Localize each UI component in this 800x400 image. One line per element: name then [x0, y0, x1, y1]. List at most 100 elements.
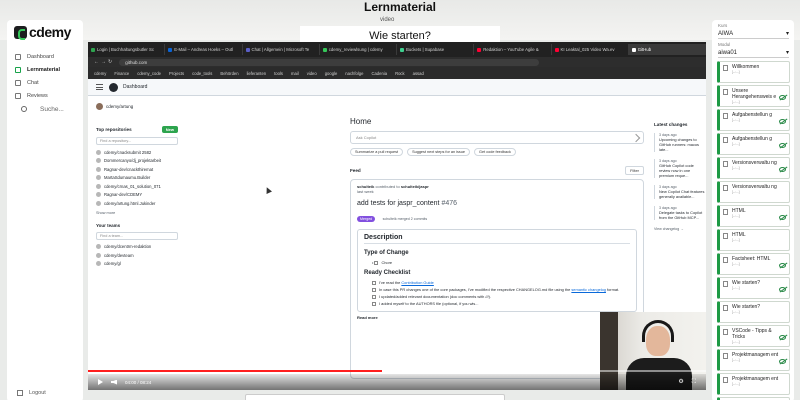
eye-off-icon[interactable]: [779, 119, 786, 124]
browser-tab: Redaktion – YouTube Agile &: [474, 44, 552, 55]
video-file-icon: [723, 281, 728, 287]
nav-item-dashboard[interactable]: Dashboard: [15, 50, 81, 63]
cdemy-logo-icon: [14, 25, 27, 40]
lesson-item[interactable]: Unsere Herangehensweis e [--:--]: [717, 85, 790, 107]
video-label: video: [380, 17, 395, 23]
new-repo-button: New: [161, 126, 178, 133]
lesson-body: Aufgabenstellun g [--:--]: [732, 112, 779, 128]
find-repo-input: Find a repository...: [96, 137, 178, 145]
eye-off-icon[interactable]: [779, 215, 786, 220]
volume-icon[interactable]: [111, 379, 117, 385]
lesson-duration: [--:--]: [732, 286, 740, 290]
team-name: cdemy/gl: [104, 261, 121, 267]
repo-item: MartaSdumaumu.Builder: [96, 174, 178, 183]
fullscreen-icon[interactable]: ⛶: [692, 379, 696, 385]
bookmark-item: video: [306, 70, 317, 76]
lesson-duration: [--:--]: [732, 238, 740, 242]
bookmark-item: Projects: [169, 70, 185, 76]
settings-icon[interactable]: ⚙: [678, 379, 683, 385]
tab-favicon-icon: [168, 47, 173, 52]
lesson-duration: [--:--]: [732, 214, 740, 218]
pr-title: add tests for jaspr_content #476: [357, 200, 637, 207]
browser-tab: Chat | Allgemein | Microsoft Te: [243, 44, 320, 55]
lesson-item[interactable]: Wie starten? [--:--]: [717, 301, 790, 323]
lesson-item[interactable]: VSCode - Tipps & Tricks [--:--]: [717, 325, 790, 347]
bookmark-item: Finance: [114, 70, 130, 76]
repo-item: Dommercanyo/dj_projektarbeit: [96, 157, 178, 166]
lesson-item[interactable]: Projektmanagem ent [--:--]: [717, 349, 790, 371]
tab-favicon-icon: [91, 47, 95, 52]
video-file-icon: [723, 209, 728, 215]
eye-off-icon[interactable]: [779, 359, 786, 364]
browser-urlbar: ←→↻ github.com: [88, 57, 706, 67]
eye-off-icon[interactable]: [779, 143, 786, 148]
feed-label: Feed: [350, 168, 361, 173]
copilot-placeholder: Ask Copilot: [356, 135, 377, 140]
change-item: 3 days ago GitHub Copilot code review now…: [654, 159, 706, 178]
eye-off-icon[interactable]: [779, 167, 786, 172]
lesson-video[interactable]: Login | Buchhaltungsbutler Sc E-Mail – An…: [88, 42, 706, 390]
lesson-item[interactable]: Willkommen [--:--]: [717, 61, 790, 83]
type-heading: Type of Change: [364, 250, 409, 256]
checklist-item: I've read the Contribution Guide: [372, 279, 630, 286]
lesson-body: Projektmanagem ent [--:--]: [732, 352, 779, 368]
video-file-icon: [723, 65, 728, 71]
video-file-icon: [723, 233, 728, 239]
chevron-down-icon: ▾: [785, 50, 789, 56]
eye-off-icon[interactable]: [779, 263, 786, 268]
sidebar-search[interactable]: Suche...: [21, 102, 64, 116]
checkbox-icon: [372, 280, 376, 285]
lesson-item[interactable]: Aufgabenstellun g [--:--]: [717, 133, 790, 155]
repo-item: Ragnar-dev/cnackthiremat: [96, 165, 178, 174]
left-sidebar: cdemy Dashboard Lernmaterial Chat Review…: [7, 20, 83, 400]
lesson-item[interactable]: Factsheet: HTML [--:--]: [717, 253, 790, 275]
modul-select[interactable]: aiwa01 ▾: [718, 48, 789, 58]
avatar: [96, 103, 103, 110]
bookmark-item: mail: [291, 70, 299, 76]
repo-name: cdemy/artung.html.Jukinder: [104, 200, 156, 206]
browser-tab: Login | Buchhaltungsbutler Sc: [88, 44, 166, 55]
chevron-down-icon: ▾: [785, 31, 789, 37]
repo-avatar: [96, 166, 101, 172]
checklist-text: I've read the: [379, 280, 402, 285]
send-icon: [631, 133, 641, 143]
brand-logo[interactable]: cdemy: [14, 24, 71, 40]
eye-off-icon[interactable]: [779, 95, 786, 100]
bottom-input[interactable]: [245, 394, 505, 400]
lesson-title: Projektmanagem ent: [732, 376, 779, 382]
repo-avatar: [96, 183, 101, 189]
team-name: cdemy/devteam: [104, 252, 134, 258]
video-file-icon: [723, 305, 728, 311]
nav-item-chat[interactable]: Chat: [15, 76, 81, 89]
tab-label: GitHub: [637, 47, 652, 52]
logout-button[interactable]: Logout: [17, 390, 46, 396]
lesson-item[interactable]: HTML [--:--]: [717, 229, 790, 251]
kurs-select[interactable]: AIWA ▾: [718, 29, 789, 39]
lesson-body: Projektmanagem ent [--:--]: [732, 376, 786, 392]
eye-off-icon[interactable]: [779, 287, 786, 292]
page-title: Lernmaterial: [363, 0, 437, 14]
video-file-icon: [723, 137, 728, 143]
modul-label: Modul: [718, 42, 731, 47]
eye-off-icon[interactable]: [779, 335, 786, 340]
team-item: cdemy/gl: [96, 260, 178, 269]
github-header-title: Dashboard: [123, 84, 148, 90]
tab-favicon-icon: [631, 47, 636, 52]
lesson-item[interactable]: Versionsverwaltu ng [--:--]: [717, 157, 790, 179]
repo-name: Ragnar-dev/cnackthiremat: [104, 166, 154, 172]
nav-item-reviews[interactable]: Reviews: [15, 89, 81, 102]
lesson-item[interactable]: Wie starten? [--:--]: [717, 277, 790, 299]
github-logo-icon: [109, 82, 118, 92]
tab-label: cdemy_reviewlsung | cdemy: [328, 47, 383, 52]
card-meta: schulteik contributed to schulteik/jaspr…: [357, 184, 429, 194]
nav-item-lernmaterial[interactable]: Lernmaterial: [15, 63, 81, 76]
checklist: I've read the Contribution Guide In case …: [364, 279, 630, 307]
lesson-item[interactable]: Aufgabenstellun g [--:--]: [717, 109, 790, 131]
play-icon[interactable]: [98, 379, 103, 385]
lesson-item[interactable]: HTML [--:--]: [717, 205, 790, 227]
lesson-item[interactable]: Projektmanagem ent [--:--]: [717, 373, 790, 395]
lesson-duration: [--:--]: [732, 262, 740, 266]
bookmark-item: tools: [274, 70, 283, 76]
lesson-item[interactable]: Versionsverwaltu ng [--:--]: [717, 181, 790, 203]
browser-tab: Buckets | Supabase: [397, 44, 475, 55]
